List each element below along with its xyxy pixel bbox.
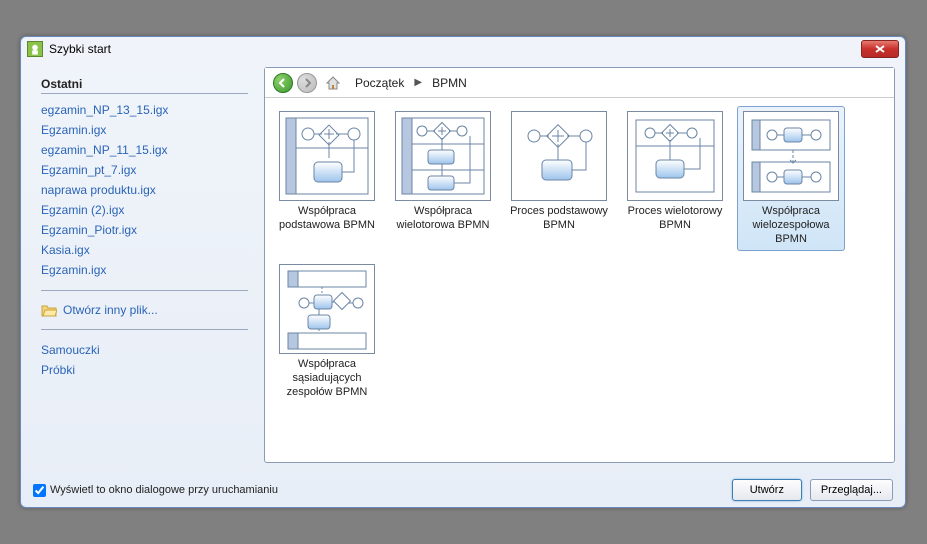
close-button[interactable] <box>861 40 899 58</box>
chevron-right-icon: ▶ <box>414 77 422 88</box>
template-thumbnail <box>511 111 607 201</box>
recent-file[interactable]: Egzamin_pt_7.igx <box>41 160 248 180</box>
recent-file[interactable]: egzamin_NP_11_15.igx <box>41 140 248 160</box>
breadcrumb-home[interactable]: Początek <box>349 76 410 90</box>
app-icon <box>27 41 43 57</box>
breadcrumb-bar: Początek ▶ BPMN <box>265 68 894 98</box>
template-label: Proces podstawowy BPMN <box>510 205 608 245</box>
template-thumbnail <box>627 111 723 201</box>
nav-forward-button[interactable] <box>297 73 317 93</box>
create-button[interactable]: Utwórz <box>732 479 802 501</box>
recent-file[interactable]: Egzamin (2).igx <box>41 200 248 220</box>
recent-file[interactable]: Kasia.igx <box>41 240 248 260</box>
template-thumbnail <box>395 111 491 201</box>
recent-file[interactable]: Egzamin_Piotr.igx <box>41 220 248 240</box>
template-item[interactable]: Proces podstawowy BPMN <box>505 106 613 251</box>
template-item[interactable]: Proces wielotorowy BPMN <box>621 106 729 251</box>
main-panel: Początek ▶ BPMN Współpraca podstawowa BP… <box>264 67 895 463</box>
template-item[interactable]: Współpraca wielotorowa BPMN <box>389 106 497 251</box>
template-item[interactable]: Współpraca wielozespołowa BPMN <box>737 106 845 251</box>
recent-heading: Ostatni <box>41 77 248 94</box>
template-grid: Współpraca podstawowa BPMN Współpraca wi… <box>265 98 894 462</box>
open-other-file[interactable]: Otwórz inny plik... <box>41 301 248 319</box>
sidebar-link[interactable]: Próbki <box>41 360 248 380</box>
footer: Wyświetl to okno dialogowe przy uruchami… <box>21 473 905 507</box>
show-on-startup-label: Wyświetl to okno dialogowe przy uruchami… <box>50 484 278 496</box>
recent-file[interactable]: Egzamin.igx <box>41 260 248 280</box>
nav-back-button[interactable] <box>273 73 293 93</box>
content: Ostatni egzamin_NP_13_15.igxEgzamin.igxe… <box>21 61 905 473</box>
template-thumbnail <box>743 111 839 201</box>
template-label: Współpraca wielotorowa BPMN <box>394 205 492 245</box>
show-on-startup[interactable]: Wyświetl to okno dialogowe przy uruchami… <box>33 484 724 497</box>
sidebar: Ostatni egzamin_NP_13_15.igxEgzamin.igxe… <box>31 67 256 463</box>
breadcrumb-current[interactable]: BPMN <box>426 76 473 90</box>
window-title: Szybki start <box>49 42 861 56</box>
recent-file[interactable]: Egzamin.igx <box>41 120 248 140</box>
show-on-startup-checkbox[interactable] <box>33 484 46 497</box>
template-label: Współpraca podstawowa BPMN <box>278 205 376 245</box>
divider <box>41 290 248 291</box>
home-icon[interactable] <box>325 75 341 91</box>
template-label: Współpraca wielozespołowa BPMN <box>742 205 840 246</box>
sidebar-link[interactable]: Samouczki <box>41 340 248 360</box>
template-thumbnail <box>279 264 375 354</box>
template-item[interactable]: Współpraca sąsiadujących zespołów BPMN <box>273 259 381 404</box>
folder-open-icon <box>41 304 57 317</box>
divider <box>41 329 248 330</box>
template-label: Współpraca sąsiadujących zespołów BPMN <box>278 358 376 399</box>
recent-file[interactable]: naprawa produktu.igx <box>41 180 248 200</box>
browse-button[interactable]: Przeglądaj... <box>810 479 893 501</box>
recent-file[interactable]: egzamin_NP_13_15.igx <box>41 100 248 120</box>
template-label: Proces wielotorowy BPMN <box>626 205 724 245</box>
template-item[interactable]: Współpraca podstawowa BPMN <box>273 106 381 251</box>
template-thumbnail <box>279 111 375 201</box>
titlebar: Szybki start <box>21 37 905 61</box>
quick-start-window: Szybki start Ostatni egzamin_NP_13_15.ig… <box>20 36 906 508</box>
open-other-label: Otwórz inny plik... <box>63 303 158 317</box>
